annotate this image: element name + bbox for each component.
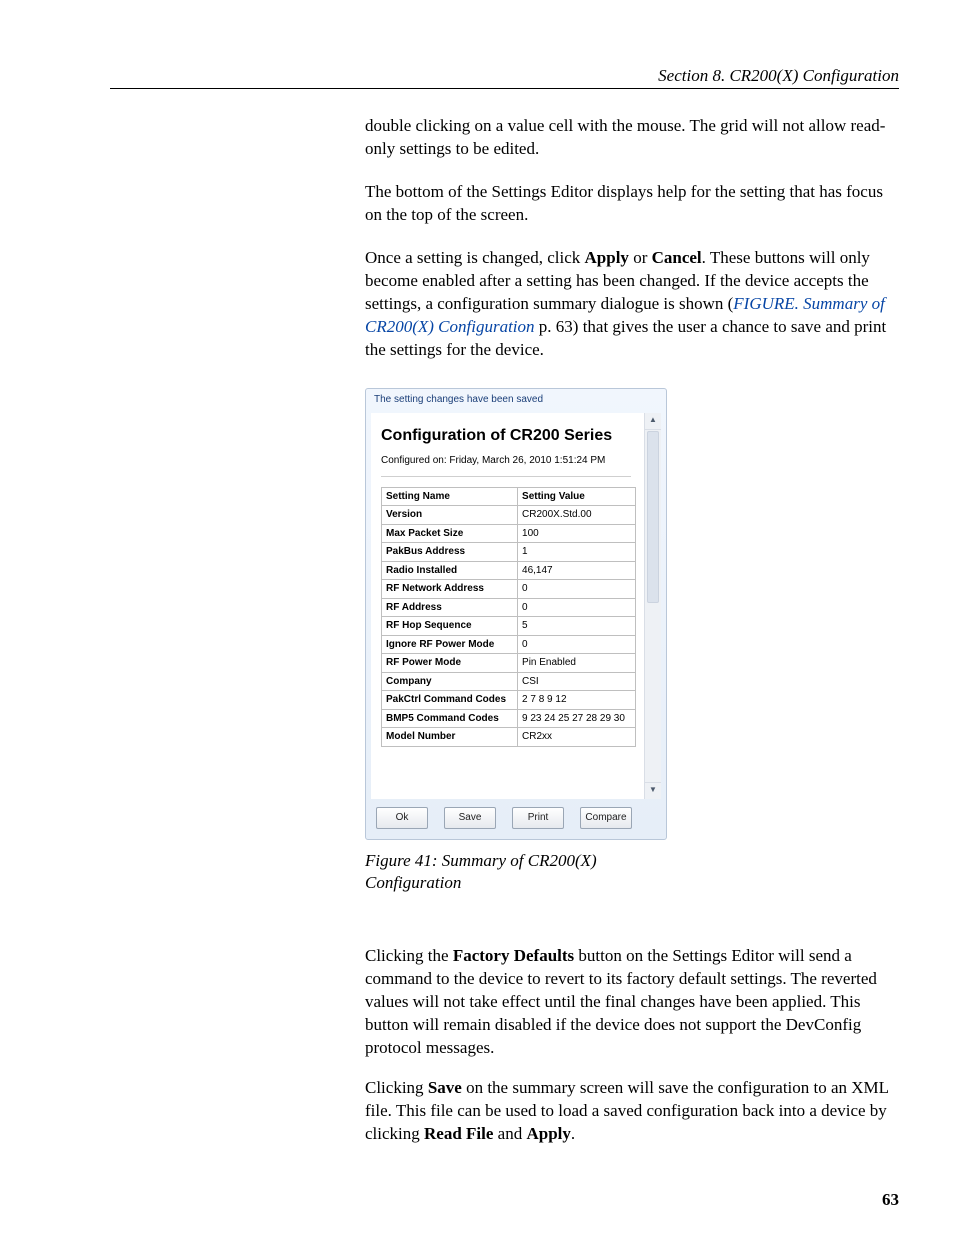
text: Clicking the xyxy=(365,946,453,965)
table-row: PakCtrl Command Codes2 7 8 9 12 xyxy=(382,691,636,710)
body-text-top: double clicking on a value cell with the… xyxy=(365,115,898,381)
scroll-thumb[interactable] xyxy=(647,431,659,603)
cancel-word: Cancel xyxy=(652,248,702,267)
cell-value: Pin Enabled xyxy=(518,654,636,673)
cell-name: RF Hop Sequence xyxy=(382,617,518,636)
text: . xyxy=(571,1124,575,1143)
cell-value: CR200X.Std.00 xyxy=(518,506,636,525)
table-row: Model NumberCR2xx xyxy=(382,728,636,747)
table-header-row: Setting Name Setting Value xyxy=(382,487,636,506)
cell-value: 0 xyxy=(518,598,636,617)
cell-name: Version xyxy=(382,506,518,525)
triangle-down-icon: ▼ xyxy=(649,785,657,796)
triangle-up-icon: ▲ xyxy=(649,415,657,426)
col-setting-name: Setting Name xyxy=(382,487,518,506)
dialog-heading: Configuration of CR200 Series xyxy=(381,425,661,447)
cell-value: CSI xyxy=(518,672,636,691)
table-row: Radio Installed46,147 xyxy=(382,561,636,580)
save-button[interactable]: Save xyxy=(444,807,496,829)
divider xyxy=(381,476,631,477)
save-word: Save xyxy=(428,1078,462,1097)
dialog-button-bar: Ok Save Print Compare xyxy=(366,801,666,839)
dialog-subheading: Configured on: Friday, March 26, 2010 1:… xyxy=(381,454,661,468)
cell-value: 1 xyxy=(518,543,636,562)
paragraph: The bottom of the Settings Editor displa… xyxy=(365,181,898,227)
cell-value: 5 xyxy=(518,617,636,636)
body-text-bottom: Clicking the Factory Defaults button on … xyxy=(365,928,898,1163)
cell-value: 2 7 8 9 12 xyxy=(518,691,636,710)
text: or xyxy=(629,248,652,267)
cell-value: 46,147 xyxy=(518,561,636,580)
table-row: BMP5 Command Codes9 23 24 25 27 28 29 30 xyxy=(382,709,636,728)
table-row: Ignore RF Power Mode0 xyxy=(382,635,636,654)
apply-word: Apply xyxy=(585,248,629,267)
cell-name: PakCtrl Command Codes xyxy=(382,691,518,710)
table-row: RF Hop Sequence5 xyxy=(382,617,636,636)
scroll-up-button[interactable]: ▲ xyxy=(645,413,661,430)
header-rule xyxy=(110,88,899,89)
read-file-word: Read File xyxy=(424,1124,493,1143)
cell-name: Max Packet Size xyxy=(382,524,518,543)
figure: The setting changes have been saved Conf… xyxy=(365,388,665,895)
scrollbar[interactable]: ▲ ▼ xyxy=(644,413,661,799)
ok-button[interactable]: Ok xyxy=(376,807,428,829)
factory-defaults-word: Factory Defaults xyxy=(453,946,574,965)
cell-value: 0 xyxy=(518,635,636,654)
compare-button[interactable]: Compare xyxy=(580,807,632,829)
dialog-titlebar: The setting changes have been saved xyxy=(366,389,666,413)
paragraph: Clicking the Factory Defaults button on … xyxy=(365,945,898,1060)
col-setting-value: Setting Value xyxy=(518,487,636,506)
apply-word: Apply xyxy=(526,1124,570,1143)
dialog-window: The setting changes have been saved Conf… xyxy=(365,388,667,840)
table-row: Max Packet Size100 xyxy=(382,524,636,543)
section-header: Section 8. CR200(X) Configuration xyxy=(110,65,899,88)
cell-name: BMP5 Command Codes xyxy=(382,709,518,728)
table-row: PakBus Address1 xyxy=(382,543,636,562)
text: Once a setting is changed, click xyxy=(365,248,585,267)
cell-name: RF Power Mode xyxy=(382,654,518,673)
cell-name: RF Network Address xyxy=(382,580,518,599)
settings-table: Setting Name Setting Value VersionCR200X… xyxy=(381,487,636,747)
cell-value: 0 xyxy=(518,580,636,599)
table-row: RF Network Address0 xyxy=(382,580,636,599)
page-number: 63 xyxy=(882,1189,899,1212)
table-row: CompanyCSI xyxy=(382,672,636,691)
cell-name: Radio Installed xyxy=(382,561,518,580)
text: Clicking xyxy=(365,1078,428,1097)
cell-value: 100 xyxy=(518,524,636,543)
cell-value: 9 23 24 25 27 28 29 30 xyxy=(518,709,636,728)
cell-name: Ignore RF Power Mode xyxy=(382,635,518,654)
cell-name: Model Number xyxy=(382,728,518,747)
table-row: RF Power ModePin Enabled xyxy=(382,654,636,673)
paragraph: double clicking on a value cell with the… xyxy=(365,115,898,161)
print-button[interactable]: Print xyxy=(512,807,564,829)
table-row: VersionCR200X.Std.00 xyxy=(382,506,636,525)
scroll-down-button[interactable]: ▼ xyxy=(645,782,661,799)
table-row: RF Address0 xyxy=(382,598,636,617)
figure-caption: Figure 41: Summary of CR200(X) Configura… xyxy=(365,850,665,896)
paragraph: Once a setting is changed, click Apply o… xyxy=(365,247,898,362)
paragraph: Clicking Save on the summary screen will… xyxy=(365,1077,898,1146)
dialog-body: Configuration of CR200 Series Configured… xyxy=(371,413,661,799)
cell-name: PakBus Address xyxy=(382,543,518,562)
text: and xyxy=(493,1124,526,1143)
cell-value: CR2xx xyxy=(518,728,636,747)
manual-page: Section 8. CR200(X) Configuration double… xyxy=(0,0,954,1235)
cell-name: Company xyxy=(382,672,518,691)
cell-name: RF Address xyxy=(382,598,518,617)
